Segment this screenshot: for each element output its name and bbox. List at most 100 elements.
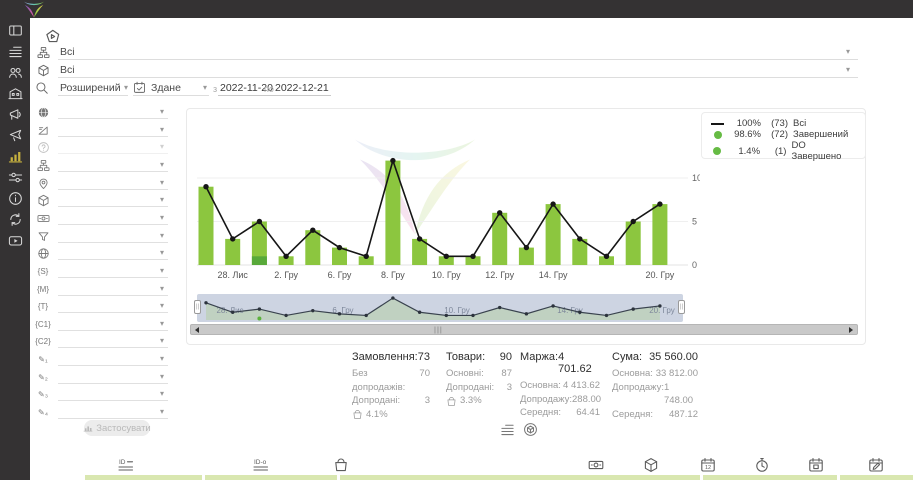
product-filter-select[interactable]: Всі ▾ [58, 62, 858, 78]
chevron-down-icon[interactable]: ▾ [160, 390, 164, 398]
dot-swatch [710, 131, 725, 139]
group-filter-select[interactable]: Всі ▾ [58, 44, 858, 60]
upsell-percent: 3.3% [446, 394, 512, 408]
filter-row-text-15: ✎₂ ▾ [0, 369, 180, 386]
stat-row: Без допродажів:70 [352, 367, 430, 394]
filter-select-input[interactable] [58, 210, 168, 225]
list-indent-icon[interactable] [500, 422, 515, 437]
bag-icon[interactable] [333, 457, 349, 473]
filter-select-input[interactable] [58, 139, 168, 154]
filter-select-input[interactable] [58, 333, 168, 348]
chevron-down-icon[interactable]: ▾ [160, 373, 164, 381]
calendar-box-icon[interactable] [808, 457, 824, 473]
chevron-down-icon[interactable]: ▾ [160, 302, 164, 310]
stat-title: Сума:35 560.00 [612, 351, 698, 363]
top-bar [0, 0, 913, 18]
calendar-12-icon[interactable]: 12 [700, 457, 716, 473]
app-logo-icon[interactable] [19, 0, 49, 20]
sidebar-item-building[interactable] [7, 86, 23, 101]
chevron-down-icon[interactable]: ▾ [160, 196, 164, 204]
chevron-down-icon[interactable]: ▾ [160, 143, 164, 151]
filter-select-input[interactable] [58, 122, 168, 137]
scrollbar-grip[interactable]: ||| [434, 325, 443, 334]
date-preset-select[interactable]: Здане ▾ [133, 81, 209, 96]
filter-row-text-10: {M}▾ [0, 281, 180, 298]
filter-row-globe: ▾ [0, 245, 180, 262]
chevron-down-icon[interactable]: ▾ [160, 320, 164, 328]
legend-item-do-completed[interactable]: 1.4% (1) DO Завершено [710, 140, 857, 162]
cube-icon [35, 193, 51, 208]
calendar-edit-icon[interactable] [868, 457, 884, 473]
filter-row-text-11: {T}▾ [0, 298, 180, 315]
chevron-down-icon[interactable]: ▾ [160, 232, 164, 240]
tag-icon: ✎₂ [35, 370, 51, 385]
id-lines-icon[interactable]: ID [118, 457, 134, 473]
cube-icon[interactable] [643, 457, 659, 473]
svg-text:20. Гру: 20. Гру [646, 270, 675, 280]
sidebar-item-dashboard[interactable] [7, 23, 23, 38]
orders-chart[interactable]: 051028. Лис2. Гру6. Гру8. Гру10. Гру12. … [195, 112, 700, 282]
svg-text:12. Гру: 12. Гру [485, 270, 514, 280]
chevron-down-icon[interactable]: ▾ [124, 84, 128, 92]
stat-row: Основна:33 812.00 [612, 367, 698, 381]
filter-select-input[interactable] [58, 386, 168, 401]
banknote-icon[interactable] [588, 457, 604, 473]
chevron-down-icon[interactable]: ▾ [160, 126, 164, 134]
line-swatch [710, 123, 725, 125]
chevron-down-icon[interactable]: ▾ [160, 214, 164, 222]
clock-icon[interactable] [754, 457, 770, 473]
apply-button[interactable]: Застосувати [84, 420, 150, 436]
filter-select-input[interactable] [58, 104, 168, 119]
sidebar-item-list-indent[interactable] [7, 44, 23, 59]
tag-icon: {C1} [35, 317, 51, 332]
stat-row: Допродажу:288.00 [520, 393, 600, 407]
stat-title: Товари:90 [446, 351, 512, 363]
legend-item-all[interactable]: 100% (73) Всі [710, 118, 857, 129]
chevron-down-icon[interactable]: ▾ [846, 66, 850, 74]
svg-text:5: 5 [692, 217, 697, 227]
table-group-cell [703, 475, 837, 480]
filter-select-input[interactable] [58, 263, 168, 278]
filter-select-input[interactable] [58, 192, 168, 207]
chevron-down-icon[interactable]: ▾ [160, 249, 164, 257]
svg-text:8. Гру: 8. Гру [381, 270, 405, 280]
navigator-right-handle[interactable]: || [678, 300, 685, 314]
chevron-down-icon[interactable]: ▾ [160, 161, 164, 169]
group-filter-value: Всі [60, 46, 75, 58]
cube-circle-icon[interactable] [523, 422, 538, 437]
filter-select-input[interactable] [58, 281, 168, 296]
chart-navigator[interactable]: 28. Лис6. Гру10. Гру14. Гру20. Гру [197, 294, 683, 322]
scroll-left-icon[interactable] [195, 327, 199, 333]
chevron-down-icon[interactable]: ▾ [160, 408, 164, 416]
chevron-down-icon[interactable]: ▾ [846, 48, 850, 56]
product-filter-icon [37, 64, 50, 77]
filter-select-input[interactable] [58, 157, 168, 172]
filter-select-input[interactable] [58, 245, 168, 260]
filter-select-input[interactable] [58, 351, 168, 366]
chart-scrollbar[interactable]: ||| [190, 324, 858, 335]
chevron-down-icon[interactable]: ▾ [160, 179, 164, 187]
filter-select-input[interactable] [58, 175, 168, 190]
scroll-right-icon[interactable] [849, 327, 853, 333]
filter-select-input[interactable] [58, 298, 168, 313]
chevron-down-icon[interactable]: ▾ [160, 108, 164, 116]
navigator-left-handle[interactable]: || [194, 300, 201, 314]
globe-solid-icon [35, 105, 51, 120]
chevron-down-icon[interactable]: ▾ [160, 267, 164, 275]
filter-select-input[interactable] [58, 404, 168, 419]
id-link-icon[interactable]: ID-o [253, 457, 269, 473]
chevron-down-icon[interactable]: ▾ [160, 337, 164, 345]
chevron-down-icon[interactable]: ▾ [203, 84, 207, 92]
chevron-down-icon[interactable]: ▾ [160, 285, 164, 293]
search-icon [35, 81, 49, 95]
filter-select-input[interactable] [58, 228, 168, 243]
stat-column: Замовлення:73Без допродажів:70Допродані:… [352, 351, 430, 422]
filter-select-input[interactable] [58, 369, 168, 384]
legend-item-completed[interactable]: 98.6% (72) Завершений [710, 129, 857, 140]
sidebar-item-users[interactable] [7, 65, 23, 80]
filter-select-input[interactable] [58, 316, 168, 331]
search-mode-select[interactable]: Розширений ▾ [58, 81, 128, 96]
upsell-percent: 4.1% [352, 408, 430, 422]
date-to-input[interactable]: 2022-12-21 [273, 82, 331, 96]
chevron-down-icon[interactable]: ▾ [160, 355, 164, 363]
